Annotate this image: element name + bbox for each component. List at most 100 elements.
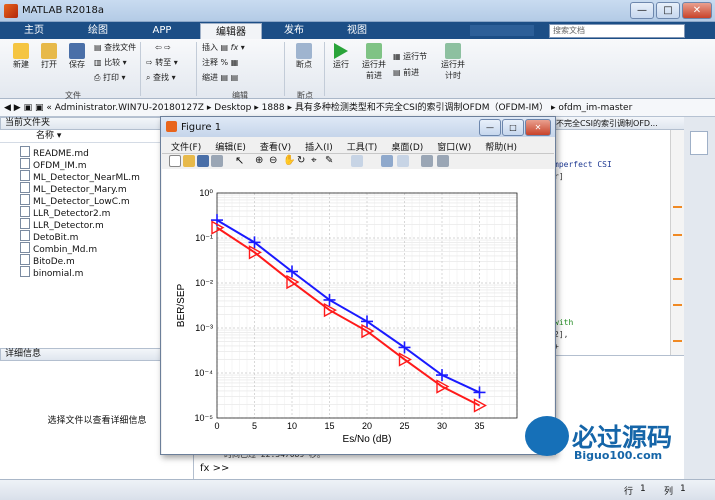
menu-help[interactable]: 帮助(H) [485, 143, 517, 153]
workspace-tab[interactable] [690, 131, 708, 155]
warning-marker[interactable] [673, 340, 682, 342]
pointer-icon[interactable]: ↖ [235, 155, 247, 167]
quick-access-toolbar[interactable] [470, 25, 534, 36]
find-button[interactable]: ⌕ 查找 ▾ [146, 72, 176, 83]
open-button[interactable]: 打开 [36, 43, 62, 70]
warning-marker[interactable] [673, 206, 682, 208]
figure-window[interactable]: Figure 1 — □ ✕ 文件(F) 编辑(E) 查看(V) 插入(I) 工具(T)… [160, 116, 556, 455]
back-arrow-icon[interactable]: ◀ [4, 103, 11, 113]
x-tick-label: 15 [324, 421, 334, 431]
code-snippet: 2], [554, 330, 569, 339]
ribbon-divider [140, 42, 141, 96]
colorbar-icon[interactable] [381, 155, 393, 167]
tab-home[interactable]: 主页 [10, 22, 58, 39]
folder-up-icon[interactable]: ▣ [24, 103, 33, 113]
current-folder-address-bar[interactable]: ◀ ▶ ▣ ▣ « Administrator.WIN7U-20180127Z … [0, 99, 715, 117]
figure-minimize-button[interactable]: — [479, 119, 501, 136]
browse-folder-icon[interactable]: ▣ [35, 103, 44, 113]
new-figure-icon[interactable] [169, 155, 181, 167]
new-button[interactable]: 新建 [8, 43, 34, 70]
goto-button[interactable]: ⇨ 转至 ▾ [146, 57, 178, 68]
menu-insert[interactable]: 插入(I) [305, 143, 333, 153]
figure-title-bar[interactable]: Figure 1 — □ ✕ [161, 117, 555, 137]
warning-marker[interactable] [673, 234, 682, 236]
close-button[interactable]: ✕ [682, 2, 712, 19]
save-icon [69, 43, 85, 59]
col-label: 列 [664, 487, 674, 497]
hide-plot-tools-icon[interactable] [421, 155, 433, 167]
find-files-button[interactable]: ▤ 查找文件 [94, 42, 136, 53]
data-cursor-icon[interactable]: ⌖ [311, 155, 323, 167]
compare-button[interactable]: ▥ 比较 ▾ [94, 57, 127, 68]
forward-arrow-icon[interactable]: ▶ [14, 103, 21, 113]
print-button[interactable]: ⎙ 打印 ▾ [94, 72, 126, 83]
row-label: 行 [624, 487, 634, 497]
indent-button[interactable]: 缩进 ▤ ▤ [202, 72, 238, 83]
graduation-cap-logo [525, 416, 569, 456]
print-figure-icon[interactable] [211, 155, 223, 167]
run-button[interactable]: 运行 [328, 43, 354, 70]
breakpoints-button[interactable]: 断点 [290, 43, 318, 70]
tab-publish[interactable]: 发布 [270, 22, 318, 39]
breadcrumb-project[interactable]: 具有多种检测类型和不完全CSI的索引调制OFDM（OFDM-IM） [295, 103, 548, 113]
tab-editor[interactable]: 编辑器 [200, 23, 262, 39]
command-prompt[interactable]: fx >> [200, 463, 229, 474]
figure-maximize-button[interactable]: □ [502, 119, 524, 136]
file-item[interactable]: DetoBit.m [20, 230, 78, 243]
warning-marker[interactable] [673, 278, 682, 280]
menu-tools[interactable]: 工具(T) [347, 143, 378, 153]
tab-view[interactable]: 视图 [333, 22, 381, 39]
open-file-icon[interactable] [183, 155, 195, 167]
menu-view[interactable]: 查看(V) [260, 143, 291, 153]
file-item[interactable]: ML_Detector_Mary.m [20, 182, 127, 195]
rotate-icon[interactable]: ↻ [297, 155, 309, 167]
figure-close-button[interactable]: ✕ [525, 119, 551, 136]
file-item[interactable]: BitoDe.m [20, 254, 75, 267]
minimize-button[interactable]: — [630, 2, 654, 19]
file-item[interactable]: binomial.m [20, 266, 83, 279]
editor-file-tab[interactable]: 不完全CSI的索引调制OFD... [556, 118, 658, 129]
search-docs-input[interactable]: 搜索文档 [549, 24, 685, 38]
ribbon-tab-strip: 主页 绘图 APP 编辑器 发布 视图 搜索文档 [0, 22, 715, 39]
tab-plots[interactable]: 绘图 [74, 22, 122, 39]
warning-marker[interactable] [673, 304, 682, 306]
run-and-time-button[interactable]: 运行并 计时 [438, 43, 468, 81]
run-and-advance-button[interactable]: 运行并 前进 [358, 43, 390, 81]
legend-icon[interactable] [397, 155, 409, 167]
zoom-in-icon[interactable]: ⊕ [255, 155, 267, 167]
file-item[interactable]: ML_Detector_LowC.m [20, 194, 130, 207]
menu-file[interactable]: 文件(F) [171, 143, 201, 153]
maximize-button[interactable]: □ [656, 2, 680, 19]
nav-arrows[interactable]: ⇦ ⇨ [146, 43, 180, 52]
file-item[interactable]: Combin_Md.m [20, 242, 97, 255]
breadcrumb-user[interactable]: Administrator.WIN7U-20180127Z [55, 103, 204, 113]
file-item[interactable]: OFDM_IM.m [20, 158, 87, 171]
file-item[interactable]: ML_Detector_NearML.m [20, 170, 140, 183]
file-item[interactable]: LLR_Detector.m [20, 218, 104, 231]
breadcrumb-1888[interactable]: 1888 [262, 103, 285, 113]
save-figure-icon[interactable] [197, 155, 209, 167]
run-section-button[interactable]: ▦ 运行节 [393, 51, 427, 62]
editor-scrollbar[interactable] [670, 130, 684, 355]
breadcrumb-ofdm-im-master[interactable]: ofdm_im-master [558, 103, 632, 113]
link-plot-icon[interactable] [351, 155, 363, 167]
breadcrumb-desktop[interactable]: Desktop [214, 103, 251, 113]
comment-button[interactable]: 注释 % ▦ [202, 57, 238, 68]
file-item[interactable]: LLR_Detector2.m [20, 206, 110, 219]
menu-edit[interactable]: 编辑(E) [215, 143, 246, 153]
figure-canvas: 0 5 10 15 20 25 30 35 10⁰ 10⁻¹ 10⁻² 10⁻³ 10⁻⁴ 10⁻⁵ Es/… [162, 169, 554, 454]
insert-button[interactable]: 插入 ▤ fx ▾ [202, 42, 245, 53]
pan-icon[interactable]: ✋ [283, 155, 295, 167]
menu-desktop[interactable]: 桌面(D) [391, 143, 423, 153]
file-item[interactable]: README.md [20, 146, 89, 159]
brush-icon[interactable]: ✎ [325, 155, 337, 167]
advance-button[interactable]: ▤ 前进 [393, 67, 419, 78]
x-tick-label: 5 [252, 421, 257, 431]
save-button[interactable]: 保存 [64, 43, 90, 70]
x-tick-label: 20 [362, 421, 372, 431]
show-plot-tools-icon[interactable] [437, 155, 449, 167]
menu-window[interactable]: 窗口(W) [437, 143, 471, 153]
tab-apps[interactable]: APP [138, 22, 186, 39]
workspace-collapsed-bar[interactable] [684, 117, 715, 479]
zoom-out-icon[interactable]: ⊖ [269, 155, 281, 167]
